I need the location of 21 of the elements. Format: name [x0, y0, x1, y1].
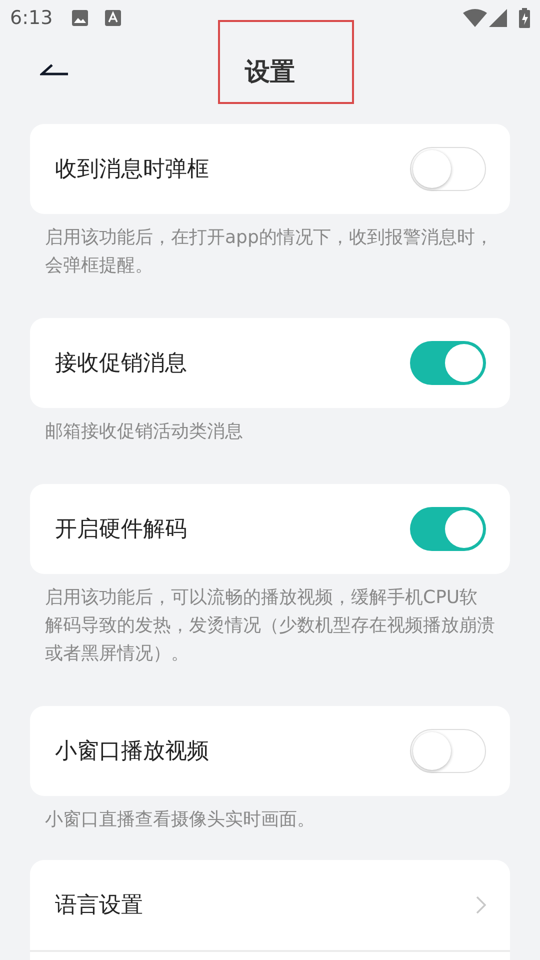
- setting-description: 启用该功能后，在打开app的情况下，收到报警消息时，会弹框提醒。: [45, 226, 494, 278]
- setting-description: 启用该功能后，可以流畅的播放视频，缓解手机CPU软解码导致的发热，发烫情况（少数机型存在视频播放崩溃或者黑屏情况）。: [45, 586, 495, 666]
- chevron-right-icon: [476, 896, 486, 914]
- setting-label: 小窗口播放视频: [55, 738, 210, 766]
- toggle-switch[interactable]: [410, 729, 486, 773]
- setting-description: 小窗口直播查看摄像头实时画面。: [45, 808, 316, 832]
- setting-description: 邮箱接收促销活动类消息: [45, 420, 244, 444]
- setting-label: 开启硬件解码: [55, 516, 188, 544]
- setting-label: 收到消息时弹框: [55, 156, 210, 184]
- font-icon: [104, 10, 121, 26]
- page-title: 设置: [245, 56, 295, 88]
- wifi-icon: [463, 9, 487, 27]
- status-time: 6:13: [10, 6, 53, 31]
- toggle-switch[interactable]: [410, 507, 486, 551]
- battery-icon: [519, 8, 530, 28]
- image-icon: [70, 9, 89, 27]
- toggle-switch[interactable]: [410, 147, 486, 191]
- setting-label: 接收促销消息: [55, 350, 188, 378]
- toggle-switch[interactable]: [410, 341, 486, 385]
- setting-label: 语言设置: [55, 892, 144, 920]
- signal-icon: [489, 9, 507, 27]
